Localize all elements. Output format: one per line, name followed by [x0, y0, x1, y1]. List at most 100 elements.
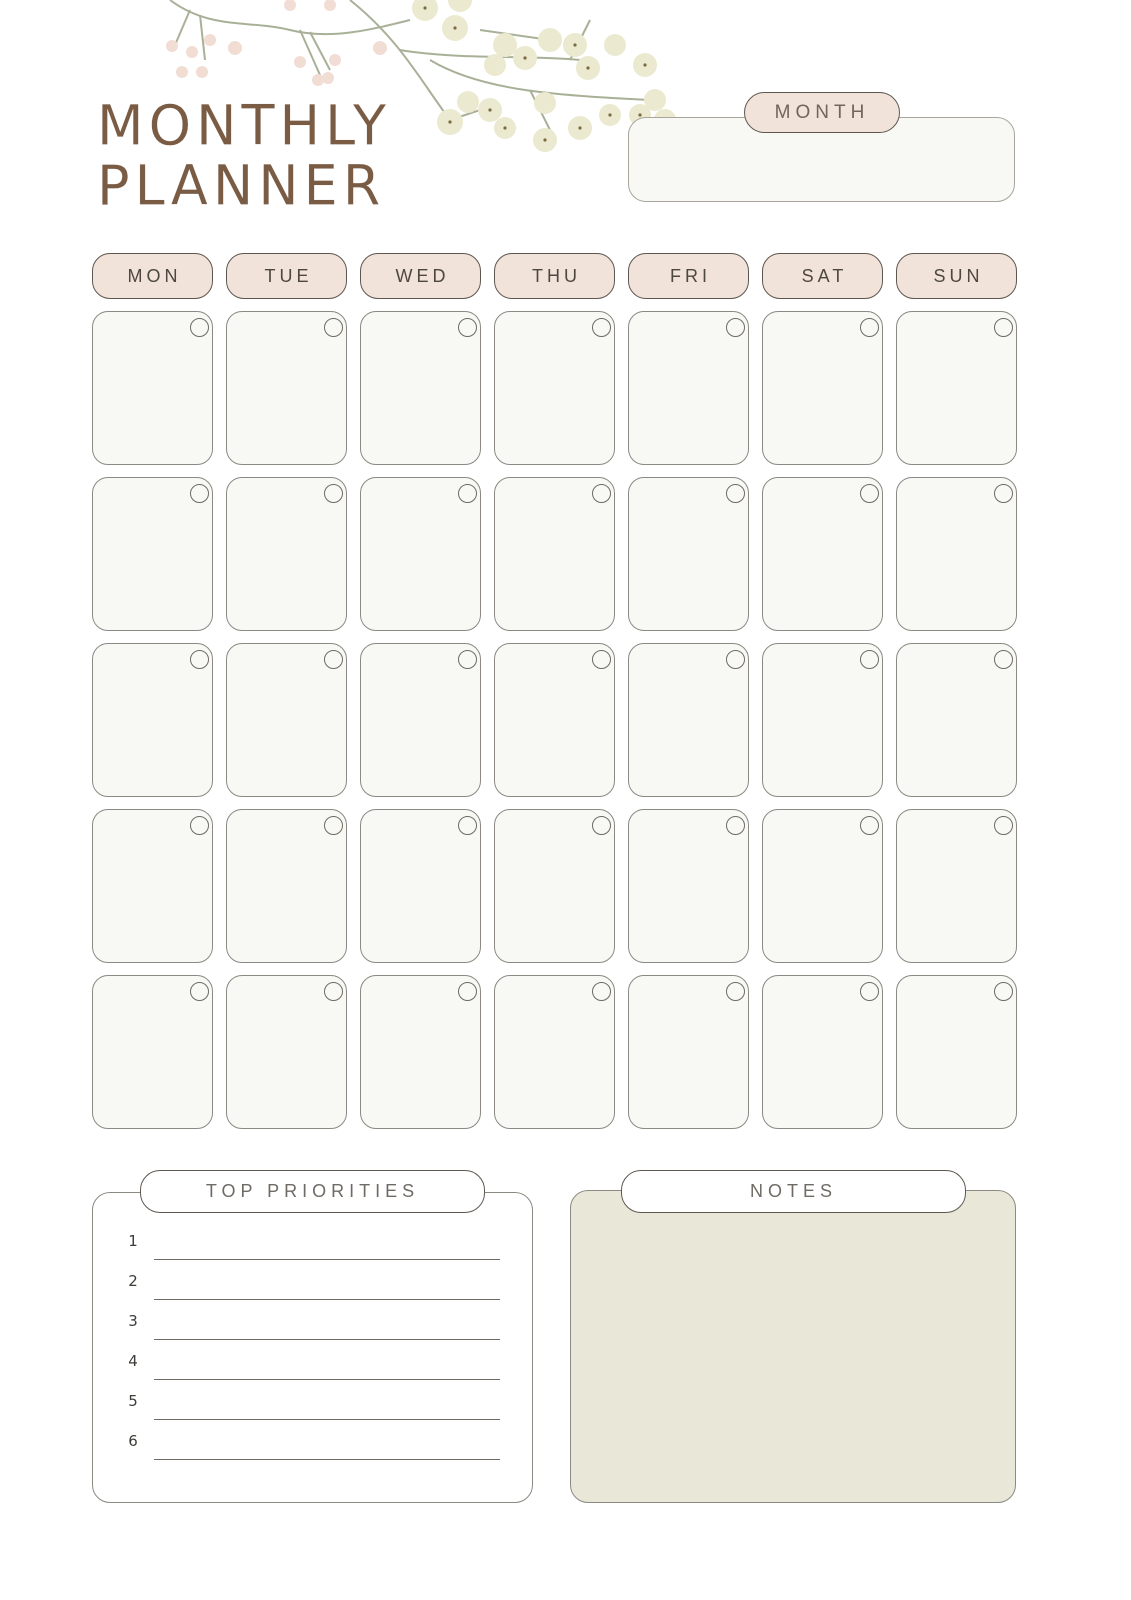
- date-number-circle[interactable]: [190, 982, 209, 1001]
- date-number-circle[interactable]: [994, 816, 1013, 835]
- date-number-circle[interactable]: [592, 318, 611, 337]
- date-number-circle[interactable]: [190, 650, 209, 669]
- date-number-circle[interactable]: [458, 650, 477, 669]
- calendar-day-cell[interactable]: [92, 975, 213, 1129]
- date-number-circle[interactable]: [190, 816, 209, 835]
- title-line-2: PLANNER: [97, 153, 386, 218]
- calendar-day-cell[interactable]: [762, 809, 883, 963]
- calendar-day-cell[interactable]: [896, 643, 1017, 797]
- date-number-circle[interactable]: [324, 816, 343, 835]
- page-title: MONTHLY PLANNER: [97, 93, 391, 218]
- date-number-circle[interactable]: [726, 650, 745, 669]
- month-label: MONTH: [744, 92, 900, 133]
- date-number-circle[interactable]: [994, 650, 1013, 669]
- priority-number: 1: [128, 1232, 138, 1250]
- date-number-circle[interactable]: [324, 650, 343, 669]
- date-number-circle[interactable]: [190, 318, 209, 337]
- priority-input-line[interactable]: [154, 1459, 500, 1460]
- priority-item: 2: [126, 1272, 500, 1300]
- calendar-day-cell[interactable]: [226, 477, 347, 631]
- calendar-day-cell[interactable]: [628, 643, 749, 797]
- date-number-circle[interactable]: [592, 650, 611, 669]
- calendar-day-cell[interactable]: [92, 477, 213, 631]
- calendar-day-cell[interactable]: [360, 975, 481, 1129]
- date-number-circle[interactable]: [994, 484, 1013, 503]
- date-number-circle[interactable]: [458, 982, 477, 1001]
- weekday-header-sat: SAT: [762, 253, 883, 299]
- priority-number: 3: [128, 1312, 138, 1330]
- calendar-day-cell[interactable]: [92, 643, 213, 797]
- weekday-header-thu: THU: [494, 253, 615, 299]
- weekday-header-sun: SUN: [896, 253, 1017, 299]
- calendar-day-cell[interactable]: [896, 477, 1017, 631]
- notes-field[interactable]: [570, 1190, 1016, 1503]
- priority-input-line[interactable]: [154, 1379, 500, 1380]
- date-number-circle[interactable]: [860, 650, 879, 669]
- date-number-circle[interactable]: [726, 982, 745, 1001]
- calendar-day-cell[interactable]: [494, 809, 615, 963]
- date-number-circle[interactable]: [324, 982, 343, 1001]
- priority-input-line[interactable]: [154, 1419, 500, 1420]
- calendar-day-cell[interactable]: [494, 643, 615, 797]
- calendar-day-cell[interactable]: [226, 643, 347, 797]
- priority-input-line[interactable]: [154, 1259, 500, 1260]
- date-number-circle[interactable]: [458, 318, 477, 337]
- calendar-day-cell[interactable]: [896, 809, 1017, 963]
- date-number-circle[interactable]: [726, 484, 745, 503]
- calendar-day-cell[interactable]: [360, 809, 481, 963]
- date-number-circle[interactable]: [458, 816, 477, 835]
- weekday-header-fri: FRI: [628, 253, 749, 299]
- priority-number: 6: [128, 1432, 138, 1450]
- weekday-header-mon: MON: [92, 253, 213, 299]
- calendar-day-cell[interactable]: [762, 477, 883, 631]
- priorities-label: TOP PRIORITIES: [140, 1170, 485, 1213]
- calendar-day-cell[interactable]: [896, 311, 1017, 465]
- calendar-day-cell[interactable]: [628, 477, 749, 631]
- date-number-circle[interactable]: [592, 982, 611, 1001]
- calendar-day-cell[interactable]: [494, 311, 615, 465]
- calendar-day-cell[interactable]: [628, 975, 749, 1129]
- calendar-day-cell[interactable]: [762, 643, 883, 797]
- priority-item: 1: [126, 1232, 500, 1260]
- date-number-circle[interactable]: [458, 484, 477, 503]
- date-number-circle[interactable]: [860, 816, 879, 835]
- priority-number: 2: [128, 1272, 138, 1290]
- calendar-day-cell[interactable]: [360, 311, 481, 465]
- calendar-day-cell[interactable]: [762, 975, 883, 1129]
- calendar-day-cell[interactable]: [92, 809, 213, 963]
- date-number-circle[interactable]: [994, 982, 1013, 1001]
- date-number-circle[interactable]: [324, 318, 343, 337]
- priority-input-line[interactable]: [154, 1339, 500, 1340]
- priority-number: 5: [128, 1392, 138, 1410]
- date-number-circle[interactable]: [592, 484, 611, 503]
- priority-item: 3: [126, 1312, 500, 1340]
- date-number-circle[interactable]: [726, 816, 745, 835]
- calendar-day-cell[interactable]: [896, 975, 1017, 1129]
- weekday-header-wed: WED: [360, 253, 481, 299]
- date-number-circle[interactable]: [324, 484, 343, 503]
- priority-item: 6: [126, 1432, 500, 1460]
- date-number-circle[interactable]: [592, 816, 611, 835]
- date-number-circle[interactable]: [860, 318, 879, 337]
- calendar-day-cell[interactable]: [494, 975, 615, 1129]
- calendar-day-cell[interactable]: [628, 809, 749, 963]
- date-number-circle[interactable]: [860, 484, 879, 503]
- calendar-day-cell[interactable]: [360, 643, 481, 797]
- title-line-1: MONTHLY: [97, 93, 391, 158]
- priority-item: 4: [126, 1352, 500, 1380]
- date-number-circle[interactable]: [994, 318, 1013, 337]
- calendar-day-cell[interactable]: [226, 311, 347, 465]
- priority-number: 4: [128, 1352, 138, 1370]
- calendar-day-cell[interactable]: [762, 311, 883, 465]
- calendar-day-cell[interactable]: [628, 311, 749, 465]
- calendar-day-cell[interactable]: [92, 311, 213, 465]
- calendar-day-cell[interactable]: [226, 809, 347, 963]
- calendar-day-cell[interactable]: [226, 975, 347, 1129]
- notes-label: NOTES: [621, 1170, 966, 1213]
- calendar-day-cell[interactable]: [360, 477, 481, 631]
- priority-input-line[interactable]: [154, 1299, 500, 1300]
- date-number-circle[interactable]: [726, 318, 745, 337]
- date-number-circle[interactable]: [190, 484, 209, 503]
- date-number-circle[interactable]: [860, 982, 879, 1001]
- calendar-day-cell[interactable]: [494, 477, 615, 631]
